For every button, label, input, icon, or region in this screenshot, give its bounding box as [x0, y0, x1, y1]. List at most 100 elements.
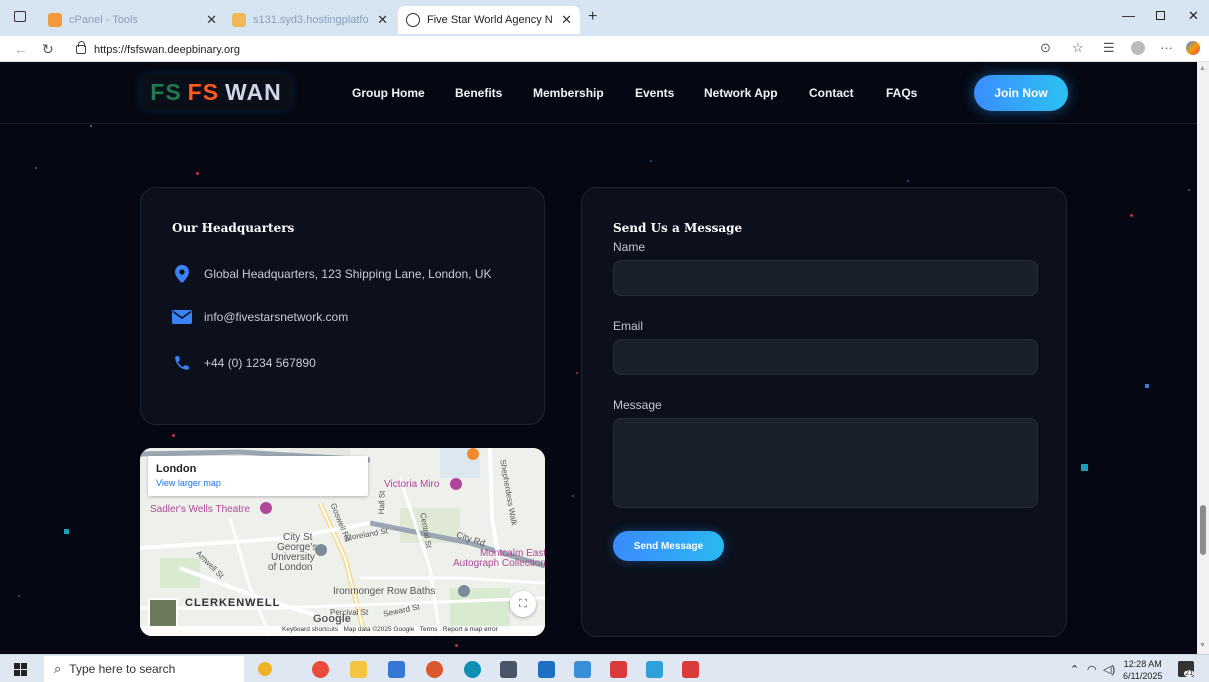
- star: [64, 529, 69, 534]
- star: [455, 644, 458, 647]
- satellite-toggle[interactable]: [148, 598, 178, 628]
- date-text: 6/11/2025: [1123, 671, 1163, 681]
- phone-icon: [172, 354, 192, 372]
- restore-icon[interactable]: [1156, 11, 1165, 20]
- email-field[interactable]: [613, 339, 1038, 375]
- view-larger-map-link[interactable]: View larger map: [156, 478, 360, 488]
- contact-form-title: Send Us a Message: [613, 221, 743, 235]
- university-pin-icon: [315, 544, 327, 556]
- star: [907, 180, 909, 182]
- map-label: Victoria Miro: [384, 479, 440, 490]
- page-viewport: FS FS WAN Group Home Benefits Membership…: [0, 62, 1197, 654]
- scroll-thumb[interactable]: [1200, 505, 1206, 555]
- nav-contact[interactable]: Contact: [809, 86, 854, 100]
- map-place-card: London View larger map: [148, 456, 368, 496]
- chrome-icon[interactable]: [312, 661, 329, 678]
- gallery-pin-icon: [450, 478, 462, 490]
- nav-events[interactable]: Events: [635, 86, 674, 100]
- minimize-icon[interactable]: —: [1122, 8, 1135, 23]
- star: [1188, 189, 1190, 191]
- globe-icon: [406, 13, 420, 27]
- chart-app-icon[interactable]: [646, 661, 663, 678]
- tab-hosting[interactable]: s131.syd3.hostingplatform.net.au ✕: [224, 6, 396, 34]
- email-row: info@fivestarsnetwork.com: [172, 310, 348, 324]
- close-tab-icon[interactable]: ✕: [561, 12, 572, 28]
- window-menu-icon[interactable]: [14, 11, 26, 22]
- close-window-icon[interactable]: ✕: [1188, 8, 1199, 24]
- map-label: Autograph Collection: [453, 558, 545, 569]
- keyboard-shortcuts-link[interactable]: Keyboard shortcuts: [282, 626, 338, 633]
- page-scrollbar[interactable]: ▲ ▼: [1197, 62, 1209, 654]
- chevron-up-icon[interactable]: ⌃: [1070, 663, 1079, 676]
- favorites-icon[interactable]: ☰: [1103, 40, 1115, 56]
- send-message-button[interactable]: Send Message: [613, 531, 724, 561]
- file-explorer-icon[interactable]: [350, 661, 367, 678]
- copilot-icon[interactable]: [1186, 41, 1200, 55]
- hosting-icon: [232, 13, 246, 27]
- message-field[interactable]: [613, 418, 1038, 508]
- scroll-down-icon[interactable]: ▼: [1199, 642, 1206, 649]
- store-icon[interactable]: [388, 661, 405, 678]
- taskbar-clock[interactable]: 12:28 AM 6/11/2025: [1123, 658, 1162, 682]
- lock-icon: [76, 41, 86, 54]
- sparkle-icon[interactable]: [258, 662, 272, 676]
- phone-text[interactable]: +44 (0) 1234 567890: [204, 356, 316, 370]
- refresh-icon[interactable]: ↻: [42, 41, 54, 58]
- chart-app-icon[interactable]: [610, 661, 627, 678]
- volume-icon[interactable]: ◁): [1103, 663, 1115, 676]
- map-label: of London: [268, 562, 313, 573]
- terms-link[interactable]: Terms: [420, 626, 438, 633]
- taskbar-search[interactable]: ⌕ Type here to search: [44, 656, 244, 682]
- profile-avatar[interactable]: [1131, 41, 1145, 55]
- close-tab-icon[interactable]: ✕: [206, 12, 217, 28]
- name-field[interactable]: [613, 260, 1038, 296]
- report-error-link[interactable]: Report a map error: [443, 626, 498, 633]
- nav-membership[interactable]: Membership: [533, 86, 604, 100]
- windows-taskbar: ⌕ Type here to search ⌃ ◠ ◁) 12:28 AM 6/…: [0, 654, 1209, 682]
- url-field[interactable]: https://fsfswan.deepbinary.org: [66, 40, 1026, 59]
- new-tab-icon[interactable]: +: [588, 8, 597, 26]
- star: [172, 434, 175, 437]
- star: [90, 125, 92, 127]
- nav-group-home[interactable]: Group Home: [352, 86, 425, 100]
- google-logo: Google: [313, 613, 351, 625]
- chart-app-icon[interactable]: [682, 661, 699, 678]
- time-text: 12:28 AM: [1123, 659, 1162, 669]
- email-text[interactable]: info@fivestarsnetwork.com: [204, 310, 348, 324]
- nav-faqs[interactable]: FAQs: [886, 86, 917, 100]
- tab-cpanel[interactable]: cPanel - Tools ✕: [40, 6, 225, 34]
- site-header: FS FS WAN Group Home Benefits Membership…: [0, 62, 1197, 124]
- app-icon[interactable]: [500, 661, 517, 678]
- windows-start-icon[interactable]: [14, 663, 27, 676]
- back-icon[interactable]: ←: [14, 41, 28, 57]
- app-icon[interactable]: [538, 661, 555, 678]
- app-icon[interactable]: [574, 661, 591, 678]
- reader-icon[interactable]: ⊙: [1040, 40, 1051, 56]
- google-map-embed[interactable]: London View larger map Sadler's Wells Th…: [140, 448, 545, 636]
- map-label: Ironmonger Row Baths: [333, 586, 436, 597]
- nav-benefits[interactable]: Benefits: [455, 86, 502, 100]
- edge-icon[interactable]: [464, 661, 481, 678]
- app-icon[interactable]: [426, 661, 443, 678]
- star: [1081, 464, 1088, 471]
- favorite-star-icon[interactable]: ☆: [1072, 40, 1084, 56]
- cpanel-icon: [48, 13, 62, 27]
- star: [35, 167, 37, 169]
- wifi-icon[interactable]: ◠: [1087, 663, 1097, 676]
- location-pin-icon: [172, 265, 192, 283]
- food-pin-icon: [467, 448, 479, 460]
- name-label: Name: [613, 240, 646, 254]
- phone-row: +44 (0) 1234 567890: [172, 354, 316, 372]
- mail-icon: [172, 310, 192, 324]
- close-tab-icon[interactable]: ✕: [377, 12, 388, 28]
- nav-network-app[interactable]: Network App: [704, 86, 778, 100]
- more-icon[interactable]: ···: [1160, 40, 1173, 55]
- scroll-up-icon[interactable]: ▲: [1199, 65, 1206, 72]
- map-camera-control[interactable]: ⛶: [510, 591, 536, 617]
- site-logo[interactable]: FS FS WAN: [141, 74, 291, 110]
- tab-five-star[interactable]: Five Star World Agency Network ✕: [398, 6, 580, 34]
- headquarters-card: Our Headquarters Global Headquarters, 12…: [140, 187, 545, 425]
- star: [572, 495, 574, 497]
- notifications-icon[interactable]: 21: [1178, 661, 1194, 677]
- join-now-button[interactable]: Join Now: [974, 75, 1068, 111]
